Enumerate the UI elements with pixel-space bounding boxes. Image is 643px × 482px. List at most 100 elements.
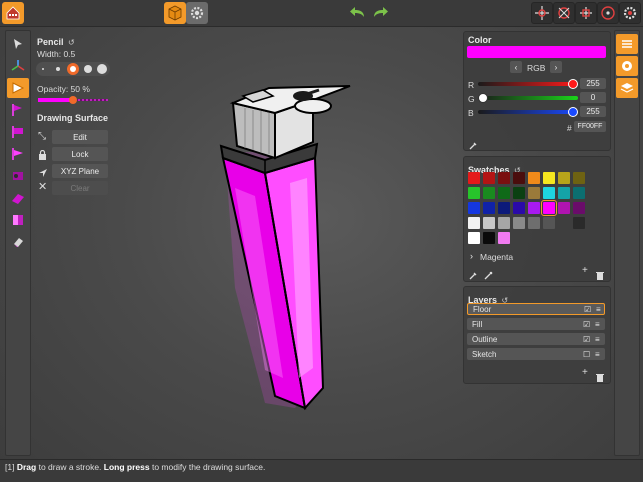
color-swatch[interactable] (541, 200, 557, 216)
current-color-preview[interactable] (467, 46, 606, 58)
red-thumb[interactable] (568, 79, 578, 89)
color-swatch[interactable] (543, 172, 555, 184)
color-swatch[interactable] (513, 217, 525, 229)
color-swatch[interactable] (528, 217, 540, 229)
color-swatch[interactable] (468, 232, 480, 244)
redo-button[interactable] (369, 2, 391, 24)
chevron-right-icon[interactable]: › (470, 251, 473, 261)
width-option-l[interactable] (84, 65, 92, 73)
color-swatch[interactable] (543, 217, 555, 229)
color-swatch[interactable] (468, 187, 480, 199)
color-swatch[interactable] (513, 187, 525, 199)
clear-button[interactable]: Clear (52, 181, 108, 195)
width-option-xs[interactable] (42, 68, 44, 70)
eraser-tool[interactable] (7, 232, 29, 252)
color-swatch[interactable] (468, 217, 480, 229)
color-swatch[interactable] (498, 217, 510, 229)
layer-row-floor[interactable]: Floor ☑ ≡ (467, 303, 605, 315)
pencil-tool[interactable] (7, 78, 29, 98)
blue-slider[interactable] (478, 107, 578, 117)
color-swatch[interactable] (573, 172, 585, 184)
color-swatch[interactable] (528, 202, 540, 214)
eyedropper-icon[interactable] (469, 137, 478, 155)
fill-tool[interactable] (7, 166, 29, 186)
opacity-slider[interactable] (38, 96, 108, 104)
zoom-view-button[interactable] (575, 2, 597, 24)
color-swatch[interactable] (498, 202, 510, 214)
mode-prev-button[interactable]: ‹ (510, 61, 522, 73)
curve-tool[interactable] (7, 144, 29, 164)
color-swatch[interactable] (558, 172, 570, 184)
trash-icon[interactable] (596, 369, 604, 387)
color-swatch[interactable] (528, 172, 540, 184)
color-swatch[interactable] (558, 202, 570, 214)
color-swatch[interactable] (483, 232, 495, 244)
green-thumb[interactable] (478, 93, 488, 103)
color-swatch[interactable] (483, 202, 495, 214)
width-option-xl[interactable] (97, 64, 107, 74)
move-view-button[interactable] (531, 2, 553, 24)
line-tool[interactable] (7, 100, 29, 120)
width-option-m-selected[interactable] (67, 63, 79, 75)
lock-surface-button[interactable]: Lock (52, 147, 108, 161)
layer-menu-icon[interactable]: ≡ (595, 335, 600, 344)
hex-input[interactable]: FF00FF (574, 121, 606, 132)
layer-row-outline[interactable]: Outline ☑ ≡ (467, 333, 605, 345)
blue-thumb[interactable] (568, 107, 578, 117)
color-panel-button[interactable] (616, 56, 638, 76)
layers-settings-button[interactable] (616, 34, 638, 54)
layer-visible-checkbox[interactable]: ☑ (584, 305, 591, 314)
layer-menu-icon[interactable]: ≡ (595, 350, 600, 359)
color-swatch[interactable] (573, 217, 585, 229)
pipette-add-icon[interactable] (484, 267, 493, 285)
mode-next-button[interactable]: › (550, 61, 562, 73)
layer-visible-checkbox[interactable]: ☐ (583, 350, 590, 359)
gradient-tool[interactable] (7, 210, 29, 230)
shape-tool[interactable] (7, 122, 29, 142)
color-swatch[interactable] (558, 187, 570, 199)
rotate-view-button[interactable] (553, 2, 575, 24)
color-swatch[interactable] (483, 217, 495, 229)
select-tool[interactable] (7, 34, 29, 54)
color-swatch[interactable] (498, 232, 510, 244)
red-slider[interactable] (478, 79, 578, 89)
color-swatch[interactable] (573, 202, 585, 214)
width-option-s[interactable] (56, 67, 60, 71)
green-value[interactable]: 0 (580, 92, 606, 103)
green-slider[interactable] (478, 93, 578, 103)
color-swatch[interactable] (468, 172, 480, 184)
opacity-thumb[interactable] (69, 96, 77, 104)
color-swatch[interactable] (513, 172, 525, 184)
color-swatch[interactable] (498, 187, 510, 199)
edit-surface-button[interactable]: Edit (52, 130, 108, 144)
view-options-button[interactable] (619, 2, 641, 24)
color-swatch[interactable] (573, 187, 585, 199)
add-swatch-icon[interactable]: + (582, 265, 588, 276)
color-swatch[interactable] (468, 202, 480, 214)
layer-visible-checkbox[interactable]: ☑ (583, 320, 590, 329)
home-button[interactable] (2, 2, 24, 24)
eyedropper-icon[interactable] (469, 267, 478, 285)
color-swatch[interactable] (528, 187, 540, 199)
layer-row-sketch[interactable]: Sketch ☐ ≡ (467, 348, 605, 360)
settings-button[interactable] (186, 2, 208, 24)
reset-icon[interactable]: ↺ (68, 38, 75, 47)
surface-tool[interactable] (7, 188, 29, 208)
lighter-drawing[interactable] (195, 78, 365, 414)
transform-tool[interactable] (7, 56, 29, 76)
frame-view-button[interactable] (597, 2, 619, 24)
red-value[interactable]: 255 (580, 78, 606, 89)
layers-panel-button[interactable] (616, 78, 638, 98)
blue-value[interactable]: 255 (580, 106, 606, 117)
layer-menu-icon[interactable]: ≡ (595, 320, 600, 329)
layer-row-fill[interactable]: Fill ☑ ≡ (467, 318, 605, 330)
color-swatch[interactable] (513, 202, 525, 214)
plane-button[interactable]: XYZ Plane (52, 164, 108, 178)
color-swatch[interactable] (483, 187, 495, 199)
layer-menu-icon[interactable]: ≡ (596, 305, 601, 314)
color-swatch[interactable] (558, 217, 570, 229)
scene-button[interactable] (164, 2, 186, 24)
trash-icon[interactable] (596, 267, 604, 285)
layer-visible-checkbox[interactable]: ☑ (583, 335, 590, 344)
color-swatch[interactable] (498, 172, 510, 184)
